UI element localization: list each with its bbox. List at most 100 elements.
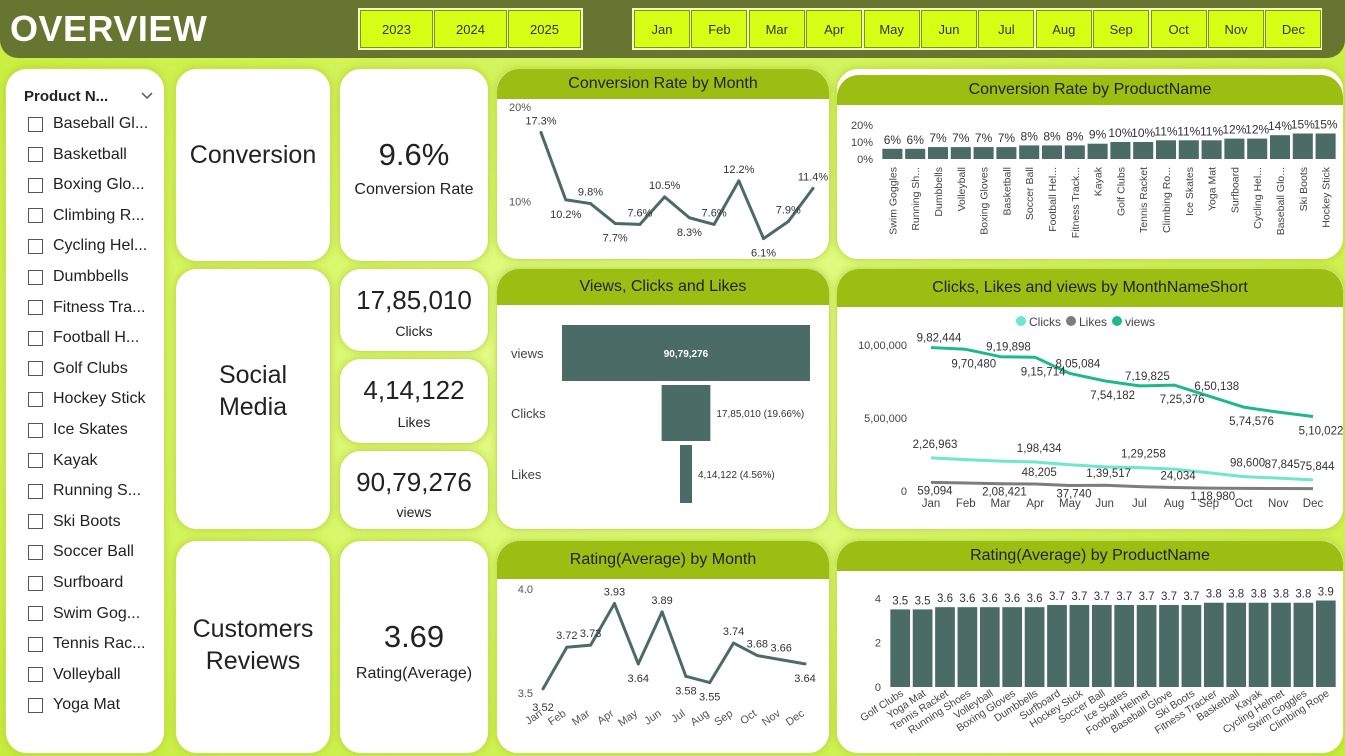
checkbox[interactable] (28, 391, 43, 407)
section-reviews-label: Customers Reviews (192, 615, 314, 675)
kpi-clicks-value: 17,85,010 (356, 285, 472, 315)
product-slicer-item[interactable]: Running S... (28, 479, 141, 503)
data-label: 1,39,517 (1086, 468, 1131, 480)
y-tick-label: 5,00,000 (864, 413, 907, 425)
checkbox[interactable] (28, 483, 43, 499)
product-slicer-item-label: Tennis Rac... (53, 635, 146, 653)
x-tick-label: Surfboard (1229, 167, 1241, 213)
product-slicer-item[interactable]: Fitness Tra... (28, 296, 145, 320)
checkbox[interactable] (28, 361, 43, 377)
product-slicer-item[interactable]: Ski Boots (28, 510, 121, 534)
product-slicer-item[interactable]: Surfboard (28, 571, 123, 595)
checkbox[interactable] (28, 147, 43, 163)
checkbox[interactable] (28, 575, 43, 591)
data-label: 3.5 (892, 595, 908, 607)
month-button-dec[interactable]: Dec (1265, 10, 1322, 48)
y-tick-label: 20% (851, 120, 873, 132)
data-label: 8% (1043, 129, 1061, 143)
product-slicer-header[interactable]: Product N... (24, 85, 154, 107)
x-tick-label: Sep (1199, 498, 1219, 510)
checkbox[interactable] (28, 636, 43, 652)
checkbox[interactable] (28, 697, 43, 713)
bar (996, 147, 1017, 159)
chevron-down-icon[interactable] (140, 91, 154, 101)
legend-marker (1016, 316, 1026, 326)
bar (1087, 143, 1108, 159)
month-button-mar[interactable]: Mar (748, 10, 805, 48)
checkbox[interactable] (28, 330, 43, 346)
x-tick-label: Jun (642, 708, 663, 728)
product-slicer-item[interactable]: Baseball Gl... (28, 112, 148, 136)
data-label: 3.7 (1116, 591, 1132, 603)
product-slicer-item-label: Cycling Hel... (53, 237, 148, 255)
checkbox[interactable] (28, 667, 43, 683)
data-label: 7.7% (603, 232, 628, 244)
product-slicer-item[interactable]: Soccer Ball (28, 540, 134, 564)
month-button-may[interactable]: May (863, 10, 920, 48)
data-label: 14% (1268, 119, 1292, 133)
month-button-jan[interactable]: Jan (634, 10, 690, 48)
year-button-2023[interactable]: 2023 (360, 10, 433, 48)
checkbox[interactable] (28, 300, 43, 316)
x-tick-label: Apr (595, 707, 616, 727)
y-tick-label: 2 (875, 638, 881, 650)
checkbox[interactable] (28, 422, 43, 438)
checkbox[interactable] (28, 544, 43, 560)
month-button-jun[interactable]: Jun (921, 10, 977, 48)
year-button-2024[interactable]: 2024 (434, 10, 507, 48)
product-slicer-item[interactable]: Boxing Glo... (28, 173, 145, 197)
data-label: 3.7 (1049, 591, 1065, 603)
data-label: 10.5% (649, 180, 680, 192)
checkbox[interactable] (28, 514, 43, 530)
month-button-aug[interactable]: Aug (1035, 10, 1092, 48)
product-slicer-item[interactable]: Basketball (28, 143, 127, 167)
product-slicer-item[interactable]: Golf Clubs (28, 357, 128, 381)
bar (1133, 142, 1154, 159)
month-button-sep[interactable]: Sep (1093, 10, 1150, 48)
checkbox[interactable] (28, 269, 43, 285)
data-point (786, 220, 790, 224)
product-slicer-item[interactable]: Hockey Stick (28, 387, 145, 411)
checkbox[interactable] (28, 453, 43, 469)
funnel-category: Likes (511, 467, 542, 482)
data-label: 3.93 (604, 587, 625, 599)
product-slicer-item[interactable]: Tennis Rac... (28, 632, 145, 656)
data-label: 8% (1021, 129, 1039, 143)
checkbox[interactable] (28, 238, 43, 254)
data-point (612, 602, 616, 606)
legend-marker (1112, 316, 1122, 326)
data-label: 11% (1154, 124, 1177, 138)
year-button-2025[interactable]: 2025 (508, 10, 581, 48)
product-slicer-item[interactable]: Volleyball (28, 663, 121, 687)
product-slicer-item[interactable]: Football H... (28, 326, 139, 350)
month-button-nov[interactable]: Nov (1208, 10, 1264, 48)
checkbox[interactable] (28, 208, 43, 224)
data-label: 3.6 (959, 593, 975, 605)
data-label: 7.6% (627, 207, 652, 219)
month-button-apr[interactable]: Apr (806, 10, 863, 48)
data-label: 10% (1108, 126, 1132, 140)
data-label: 1,29,258 (1121, 449, 1166, 461)
data-label: 9,70,480 (951, 358, 996, 370)
data-label: 1,98,434 (1017, 443, 1062, 455)
product-slicer-item[interactable]: Yoga Mat (28, 693, 120, 717)
month-button-feb[interactable]: Feb (691, 10, 748, 48)
chart-conversion-by-product: Conversion Rate by ProductName 0% 10% 20% 6… (836, 68, 1344, 260)
data-point (708, 681, 712, 685)
checkbox[interactable] (28, 116, 43, 132)
checkbox[interactable] (28, 177, 43, 193)
x-tick-label: Football Hel... (1047, 167, 1059, 232)
product-slicer-item-label: Football H... (53, 329, 140, 347)
product-slicer-item[interactable]: Cycling Hel... (28, 234, 147, 258)
month-button-jul[interactable]: Jul (978, 10, 1035, 48)
checkbox[interactable] (28, 606, 43, 622)
product-slicer-item[interactable]: Ice Skates (28, 418, 128, 442)
data-label: 2,26,963 (913, 439, 958, 451)
month-button-oct[interactable]: Oct (1150, 10, 1207, 48)
product-slicer-item[interactable]: Climbing R... (28, 204, 145, 228)
product-slicer-item[interactable]: Kayak (28, 449, 97, 473)
product-slicer-item[interactable]: Dumbbells (28, 265, 129, 289)
product-slicer-item[interactable]: Swim Gog... (28, 602, 140, 626)
data-point (541, 687, 545, 691)
x-tick-label: Aug (1164, 498, 1184, 510)
